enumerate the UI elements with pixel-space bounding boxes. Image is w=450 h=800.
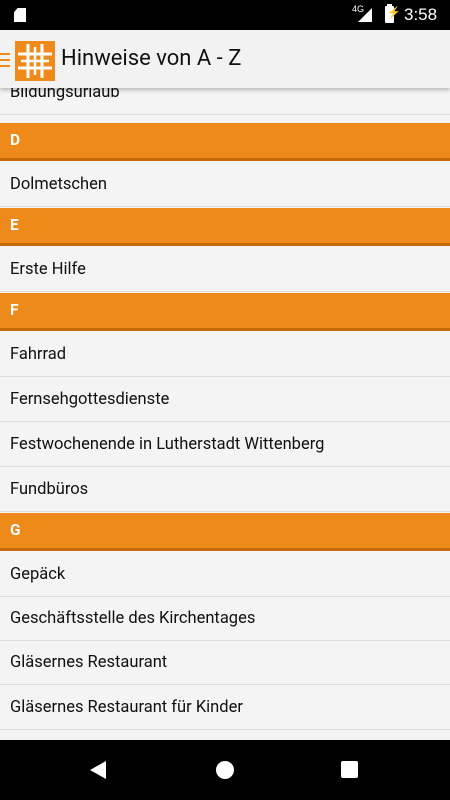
section-header-d: D: [0, 123, 450, 161]
list-item[interactable]: Bildungsurlaub: [0, 88, 450, 115]
list-item-label: Dolmetschen: [10, 175, 107, 194]
sd-card-icon: [14, 8, 26, 22]
app-bar: Hinweise von A - Z: [0, 30, 450, 88]
list-item-label: Gläsernes Restaurant: [10, 653, 168, 672]
section-header-e: E: [0, 208, 450, 246]
signal-icon: [358, 8, 372, 22]
list-item-label: Festwochenende in Lutherstadt Wittenberg: [10, 435, 325, 454]
list-item[interactable]: Fundbüros: [0, 468, 450, 512]
list-item-label: Fundbüros: [10, 480, 89, 499]
app-logo-icon[interactable]: [15, 41, 55, 81]
list-item[interactable]: Geschäftsstelle des Kirchentages: [0, 597, 450, 641]
recent-apps-icon[interactable]: [341, 761, 358, 778]
home-icon[interactable]: [216, 761, 234, 779]
list-item-label: Erste Hilfe: [10, 260, 86, 279]
section-letter: F: [10, 301, 19, 319]
charging-icon: ⚡: [387, 6, 401, 19]
section-header-g: G: [0, 513, 450, 551]
clock: 3:58: [404, 5, 438, 24]
list-item[interactable]: Gläsernes Restaurant: [0, 641, 450, 685]
section-header-f: F: [0, 293, 450, 331]
list-item-label: Fahrrad: [10, 345, 67, 364]
list-item-label: Bildungsurlaub: [10, 88, 120, 102]
list-item[interactable]: Gepäck: [0, 553, 450, 597]
list-item-label: Fernsehgottesdienste: [10, 390, 170, 409]
list-item[interactable]: Dolmetschen: [0, 163, 450, 207]
list-item[interactable]: Festwochenende in Lutherstadt Wittenberg: [0, 423, 450, 467]
list-item[interactable]: Fahrrad: [0, 333, 450, 377]
list-item-label: Gläsernes Restaurant für Kinder: [10, 698, 243, 717]
section-letter: G: [10, 521, 21, 539]
section-letter: E: [10, 216, 19, 234]
system-nav-bar: [0, 740, 450, 800]
section-letter: D: [10, 131, 21, 149]
list-item[interactable]: Erste Hilfe: [0, 248, 450, 292]
list-item-label: Gepäck: [10, 565, 66, 584]
list-item-label: Geschäftsstelle des Kirchentages: [10, 609, 256, 628]
page-title: Hinweise von A - Z: [61, 46, 242, 71]
list-item[interactable]: Gläsernes Restaurant für Kinder: [0, 686, 450, 730]
list-item[interactable]: Fernsehgottesdienste: [0, 378, 450, 422]
back-icon[interactable]: [90, 761, 106, 779]
a-z-list[interactable]: Bildungsurlaub D Dolmetschen E Erste Hil…: [0, 88, 450, 740]
status-bar: 4G ⚡ 3:58: [0, 0, 450, 30]
menu-icon[interactable]: [0, 53, 10, 67]
